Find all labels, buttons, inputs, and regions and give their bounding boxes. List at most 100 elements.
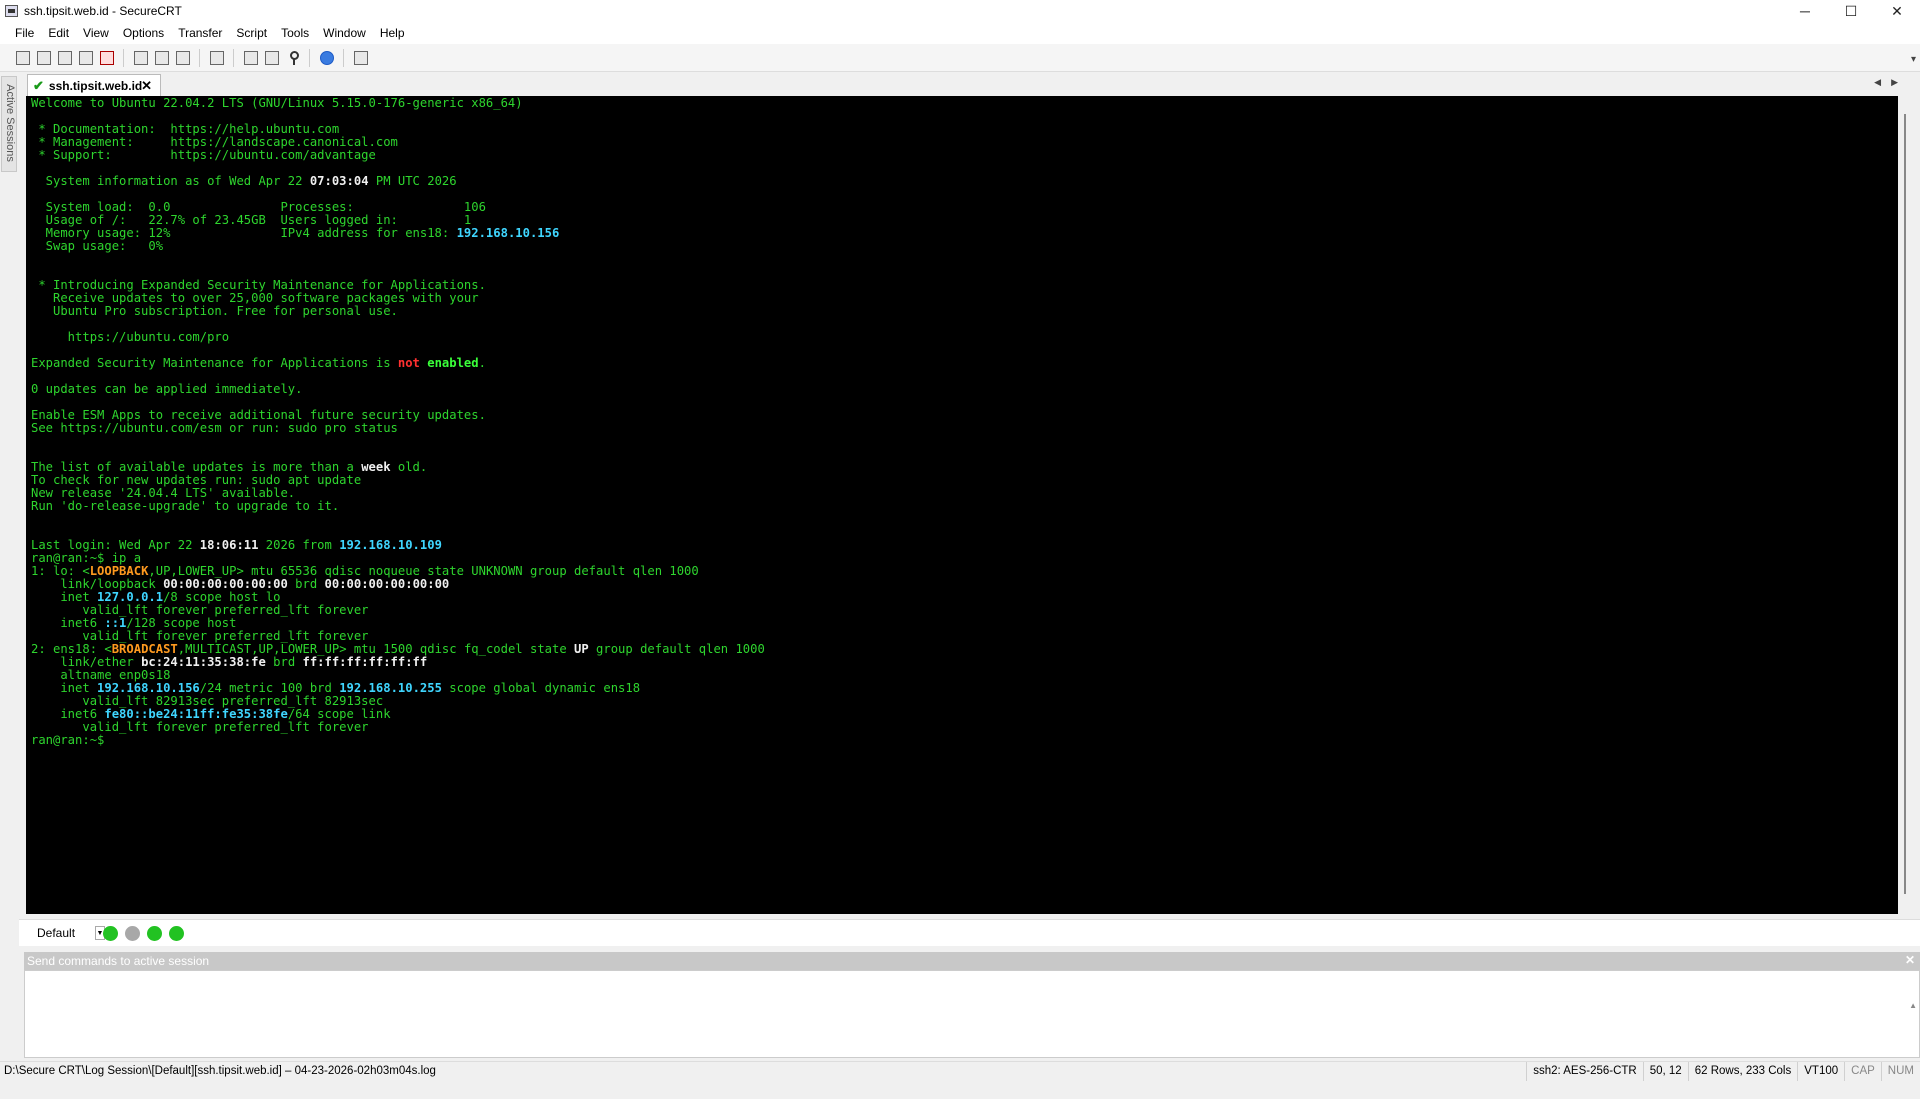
term-line: link/loopback: [31, 577, 164, 591]
paste-icon[interactable]: [155, 50, 169, 65]
gray-status-button-icon[interactable]: [125, 926, 140, 941]
term-text: > mtu 1500 qdisc fq_codel state: [339, 642, 575, 656]
term-time: 07:03:04: [309, 174, 369, 188]
tab-scroll-arrows-icon[interactable]: ◀▶: [1874, 77, 1908, 88]
term-line: System load: 0.0 Processes: 106: [31, 200, 486, 214]
command-window-header: Send commands to active session ✕: [24, 952, 1920, 970]
menu-help[interactable]: Help: [373, 22, 412, 44]
term-mac: 00:00:00:00:00:00: [324, 577, 450, 591]
help-icon[interactable]: [320, 50, 334, 65]
command-window-title: Send commands to active session: [27, 954, 210, 968]
term-line: * Introducing Expanded Security Maintena…: [31, 278, 486, 292]
term-text: scope global dynamic ens18: [441, 681, 641, 695]
active-sessions-tab[interactable]: Active Sessions: [1, 76, 17, 172]
scrollbar-thumb[interactable]: [1904, 114, 1906, 894]
term-line: To check for new updates run: sudo apt u…: [31, 473, 362, 487]
term-line: altname enp0s18: [31, 668, 171, 682]
term-line: link/ether: [31, 655, 142, 669]
toolbar-separator: [123, 48, 124, 67]
green-status-button-icon[interactable]: [169, 926, 184, 941]
disconnect-icon[interactable]: [100, 50, 114, 65]
log-file-path: D:\Secure CRT\Log Session\[Default][ssh.…: [4, 1065, 436, 1077]
menu-edit[interactable]: Edit: [41, 22, 76, 44]
term-line: New release '24.04.4 LTS' available.: [31, 486, 296, 500]
toolbar-separator: [233, 48, 234, 67]
term-line: See https://ubuntu.com/esm or run: sudo …: [31, 421, 398, 435]
menu-window[interactable]: Window: [316, 22, 373, 44]
term-line: * Management: https://landscape.canonica…: [31, 135, 398, 149]
term-line: * Documentation: https://help.ubuntu.com: [31, 122, 340, 136]
quick-connect-icon[interactable]: [37, 50, 51, 65]
term-ip: 192.168.10.156: [97, 681, 200, 695]
window-controls: ─ ☐ ✕: [1782, 0, 1920, 22]
terminal-output: Welcome to Ubuntu 22.04.2 LTS (GNU/Linux…: [26, 96, 1898, 747]
term-time: 18:06:11: [199, 538, 259, 552]
button-bar-select[interactable]: Default ▼: [33, 923, 109, 943]
print-icon[interactable]: [210, 50, 224, 65]
command-input-area[interactable]: ▲▼: [24, 970, 1920, 1072]
status-terminal-size: 62 Rows, 233 Cols: [1687, 1062, 1798, 1081]
term-ip: ::1: [104, 616, 127, 630]
window-title: ssh.tipsit.web.id - SecureCRT: [24, 4, 182, 18]
toolbar-overflow-icon[interactable]: ▾: [1911, 54, 1916, 65]
term-line: Usage of /: 22.7% of 23.45GB Users logge…: [31, 213, 472, 227]
close-command-window-icon[interactable]: ✕: [1905, 953, 1915, 967]
menu-options[interactable]: Options: [116, 22, 171, 44]
term-enabled: enabled: [427, 356, 479, 370]
status-cursor-position: 50, 12: [1642, 1062, 1688, 1081]
close-tab-icon[interactable]: ✕: [141, 78, 152, 94]
securecrt-app-icon[interactable]: [5, 5, 18, 17]
term-line: Expanded Security Maintenance for Applic…: [31, 356, 398, 370]
connect-icon[interactable]: [16, 50, 30, 65]
term-flag: LOOPBACK: [89, 564, 149, 578]
term-week: week: [361, 460, 391, 474]
term-prompt: ran@ran:~$ ip a: [31, 551, 142, 565]
key-icon[interactable]: [286, 50, 300, 65]
session-options-icon[interactable]: [244, 50, 258, 65]
menu-script[interactable]: Script: [229, 22, 274, 44]
terminal-screen[interactable]: Welcome to Ubuntu 22.04.2 LTS (GNU/Linux…: [26, 96, 1898, 914]
copy-icon[interactable]: [134, 50, 148, 65]
sftp-icon[interactable]: [354, 50, 368, 65]
reconnect-icon[interactable]: [79, 50, 93, 65]
menu-file[interactable]: File: [0, 22, 41, 44]
menu-transfer[interactable]: Transfer: [171, 22, 229, 44]
toolbar-separator: [343, 48, 344, 67]
term-not: not: [397, 356, 420, 370]
global-options-icon[interactable]: [265, 50, 279, 65]
term-line: https://ubuntu.com/pro: [31, 330, 230, 344]
find-icon[interactable]: [176, 50, 190, 65]
side-panel-strip: Active Sessions: [0, 72, 19, 1062]
term-text: brd: [265, 655, 303, 669]
term-flag: BROADCAST: [111, 642, 178, 656]
status-num: NUM: [1880, 1062, 1920, 1081]
term-line: 2: ens18: <: [31, 642, 112, 656]
toolbar-separator: [199, 48, 200, 67]
green-status-button-icon[interactable]: [147, 926, 162, 941]
terminal-scrollbar[interactable]: [1898, 96, 1916, 914]
menu-tools[interactable]: Tools: [274, 22, 316, 44]
connect-in-tab-icon[interactable]: [58, 50, 72, 65]
green-status-button-icon[interactable]: [103, 926, 118, 941]
term-line: Memory usage: 12% IPv4 address for ens18…: [31, 226, 457, 240]
term-line: Ubuntu Pro subscription. Free for person…: [31, 304, 398, 318]
minimize-button[interactable]: ─: [1782, 0, 1828, 22]
session-tab[interactable]: ✔ ssh.tipsit.web.id ✕: [27, 74, 161, 96]
menu-bar: File Edit View Options Transfer Script T…: [0, 22, 1920, 44]
term-text: /64 scope link: [287, 707, 391, 721]
term-line: The list of available updates is more th…: [31, 460, 362, 474]
term-line: 1: lo: <: [31, 564, 90, 578]
menu-view[interactable]: View: [76, 22, 116, 44]
toolbar: ▾: [0, 44, 1920, 72]
button-bar: Default ▼: [19, 919, 1920, 946]
term-ip: fe80::be24:11ff:fe35:38fe: [104, 707, 288, 721]
maximize-button[interactable]: ☐: [1828, 0, 1874, 22]
term-line: valid_lft forever preferred_lft forever: [31, 629, 369, 643]
term-text: /24 metric 100 brd: [199, 681, 340, 695]
term-line: Welcome to Ubuntu 22.04.2 LTS (GNU/Linux…: [31, 96, 523, 110]
term-line: valid_lft 82913sec preferred_lft 82913se…: [31, 694, 384, 708]
close-window-button[interactable]: ✕: [1874, 0, 1920, 22]
term-text: old.: [390, 460, 428, 474]
term-text: PM UTC 2026: [368, 174, 457, 188]
status-emulation: VT100: [1797, 1062, 1844, 1081]
